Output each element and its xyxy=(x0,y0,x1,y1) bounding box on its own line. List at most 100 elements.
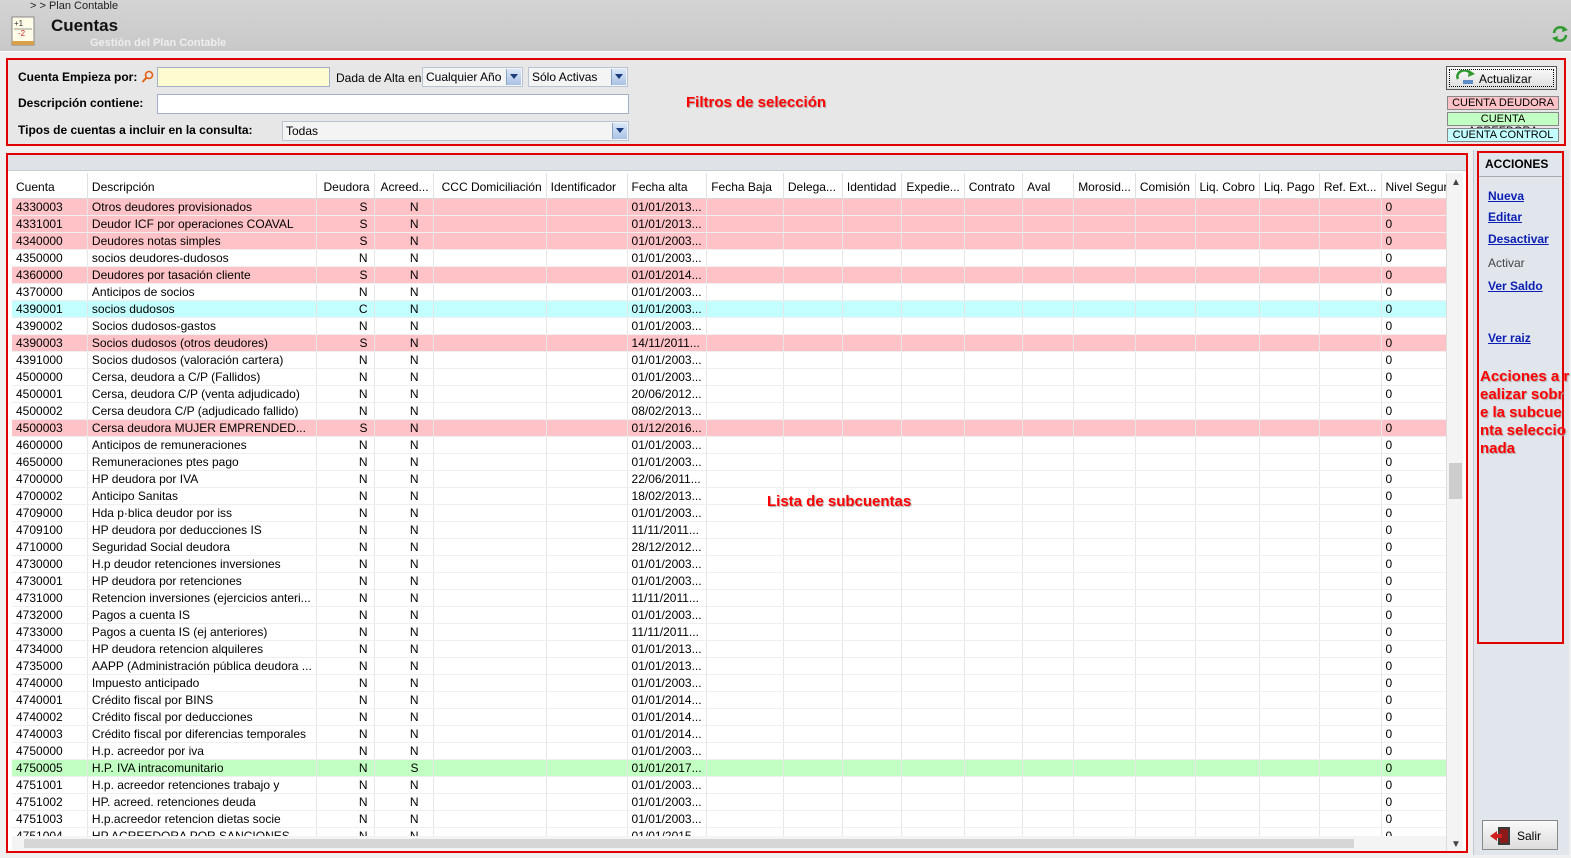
cell-fecha-baja[interactable] xyxy=(706,368,784,386)
cell-cuenta[interactable]: 4500001 xyxy=(12,385,88,403)
cell-ccc[interactable] xyxy=(433,521,547,539)
cell-identificador[interactable] xyxy=(546,776,628,794)
cell-ccc[interactable] xyxy=(433,300,547,318)
cell-ref-ext[interactable] xyxy=(1319,283,1382,301)
cell-delegacion[interactable] xyxy=(783,300,843,318)
cell-identidad[interactable] xyxy=(842,266,903,284)
editar-link[interactable]: Editar xyxy=(1488,210,1522,224)
cell-deudora[interactable]: S xyxy=(316,266,375,284)
cell-deudora[interactable]: N xyxy=(316,487,375,505)
cell-ref-ext[interactable] xyxy=(1319,453,1382,471)
cell-descripcion[interactable]: HP deudora por deducciones IS xyxy=(87,521,317,539)
cell-fecha-baja[interactable] xyxy=(706,266,784,284)
cell-comision[interactable] xyxy=(1135,793,1196,811)
cell-descripcion[interactable]: H.P. IVA intracomunitario xyxy=(87,759,317,777)
cell-morosidad[interactable] xyxy=(1073,470,1136,488)
cell-expediente[interactable] xyxy=(901,538,965,556)
cell-contrato[interactable] xyxy=(964,674,1024,692)
cell-identidad[interactable] xyxy=(842,385,903,403)
column-header[interactable]: Contrato xyxy=(964,173,1024,199)
cell-morosidad[interactable] xyxy=(1073,776,1136,794)
cell-aval[interactable] xyxy=(1022,215,1075,233)
ver-saldo-link[interactable]: Ver Saldo xyxy=(1488,279,1543,293)
cell-contrato[interactable] xyxy=(964,504,1024,522)
cell-acreedora[interactable]: N xyxy=(374,419,434,437)
cell-cuenta[interactable]: 4500002 xyxy=(12,402,88,420)
cell-delegacion[interactable] xyxy=(783,538,843,556)
cell-delegacion[interactable] xyxy=(783,521,843,539)
cell-identificador[interactable] xyxy=(546,300,628,318)
cell-contrato[interactable] xyxy=(964,589,1024,607)
cell-descripcion[interactable]: AAPP (Administración pública deudora ... xyxy=(87,657,317,675)
cell-acreedora[interactable]: N xyxy=(374,232,434,250)
cell-delegacion[interactable] xyxy=(783,385,843,403)
cell-identificador[interactable] xyxy=(546,402,628,420)
table-row[interactable]: 4740002 Crédito fiscal por deducciones N N 0… xyxy=(12,708,1463,726)
cell-ccc[interactable] xyxy=(433,640,547,658)
cell-identificador[interactable] xyxy=(546,640,628,658)
cell-morosidad[interactable] xyxy=(1073,742,1136,760)
cell-expediente[interactable] xyxy=(901,198,965,216)
cell-liq-pago[interactable] xyxy=(1259,776,1320,794)
cell-comision[interactable] xyxy=(1135,402,1196,420)
cell-fecha-alta[interactable]: 28/12/2012... xyxy=(627,538,708,556)
cell-expediente[interactable] xyxy=(901,504,965,522)
cell-contrato[interactable] xyxy=(964,232,1024,250)
cell-ccc[interactable] xyxy=(433,385,547,403)
cell-fecha-alta[interactable]: 01/01/2003... xyxy=(627,232,708,250)
cell-delegacion[interactable] xyxy=(783,266,843,284)
cell-acreedora[interactable]: S xyxy=(374,759,434,777)
cell-identidad[interactable] xyxy=(842,725,903,743)
cell-delegacion[interactable] xyxy=(783,742,843,760)
cell-expediente[interactable] xyxy=(901,266,965,284)
cell-identificador[interactable] xyxy=(546,470,628,488)
cell-aval[interactable] xyxy=(1022,198,1075,216)
cell-ref-ext[interactable] xyxy=(1319,742,1382,760)
cell-fecha-baja[interactable] xyxy=(706,555,784,573)
cell-descripcion[interactable]: Cersa, deudora C/P (venta adjudicado) xyxy=(87,385,317,403)
column-header[interactable]: Cuenta xyxy=(12,173,88,199)
cell-ccc[interactable] xyxy=(433,470,547,488)
horizontal-scroll-thumb[interactable] xyxy=(24,839,1354,848)
cell-liq-cobro[interactable] xyxy=(1195,351,1260,369)
table-row[interactable]: 4730001 HP deudora por retenciones N N 01/01… xyxy=(12,572,1463,590)
cell-contrato[interactable] xyxy=(964,708,1024,726)
cell-deudora[interactable]: N xyxy=(316,504,375,522)
cell-delegacion[interactable] xyxy=(783,232,843,250)
cell-fecha-alta[interactable]: 01/01/2003... xyxy=(627,572,708,590)
cell-identificador[interactable] xyxy=(546,436,628,454)
cell-contrato[interactable] xyxy=(964,317,1024,335)
cell-liq-pago[interactable] xyxy=(1259,691,1320,709)
cell-ref-ext[interactable] xyxy=(1319,504,1382,522)
cell-liq-pago[interactable] xyxy=(1259,436,1320,454)
cell-identificador[interactable] xyxy=(546,385,628,403)
cell-fecha-baja[interactable] xyxy=(706,623,784,641)
cell-contrato[interactable] xyxy=(964,266,1024,284)
cell-aval[interactable] xyxy=(1022,419,1075,437)
cell-identidad[interactable] xyxy=(842,521,903,539)
cell-fecha-alta[interactable]: 01/01/2013... xyxy=(627,198,708,216)
cell-identidad[interactable] xyxy=(842,657,903,675)
cell-fecha-alta[interactable]: 01/01/2013... xyxy=(627,215,708,233)
cell-fecha-alta[interactable]: 01/01/2003... xyxy=(627,300,708,318)
cell-fecha-baja[interactable] xyxy=(706,198,784,216)
cell-identidad[interactable] xyxy=(842,453,903,471)
cell-identidad[interactable] xyxy=(842,623,903,641)
cell-descripcion[interactable]: Pagos a cuenta IS (ej anteriores) xyxy=(87,623,317,641)
cell-expediente[interactable] xyxy=(901,640,965,658)
cell-ref-ext[interactable] xyxy=(1319,249,1382,267)
cell-liq-pago[interactable] xyxy=(1259,453,1320,471)
cell-comision[interactable] xyxy=(1135,368,1196,386)
cell-ccc[interactable] xyxy=(433,589,547,607)
refresh-icon[interactable] xyxy=(1550,24,1570,44)
cell-delegacion[interactable] xyxy=(783,317,843,335)
cell-delegacion[interactable] xyxy=(783,640,843,658)
cell-expediente[interactable] xyxy=(901,453,965,471)
cell-deudora[interactable]: N xyxy=(316,623,375,641)
cell-delegacion[interactable] xyxy=(783,402,843,420)
table-row[interactable]: 4500003 Cersa deudora MUJER EMPRENDED... S… xyxy=(12,419,1463,437)
cell-aval[interactable] xyxy=(1022,266,1075,284)
cell-acreedora[interactable]: N xyxy=(374,521,434,539)
cell-expediente[interactable] xyxy=(901,606,965,624)
cell-cuenta[interactable]: 4740003 xyxy=(12,725,88,743)
